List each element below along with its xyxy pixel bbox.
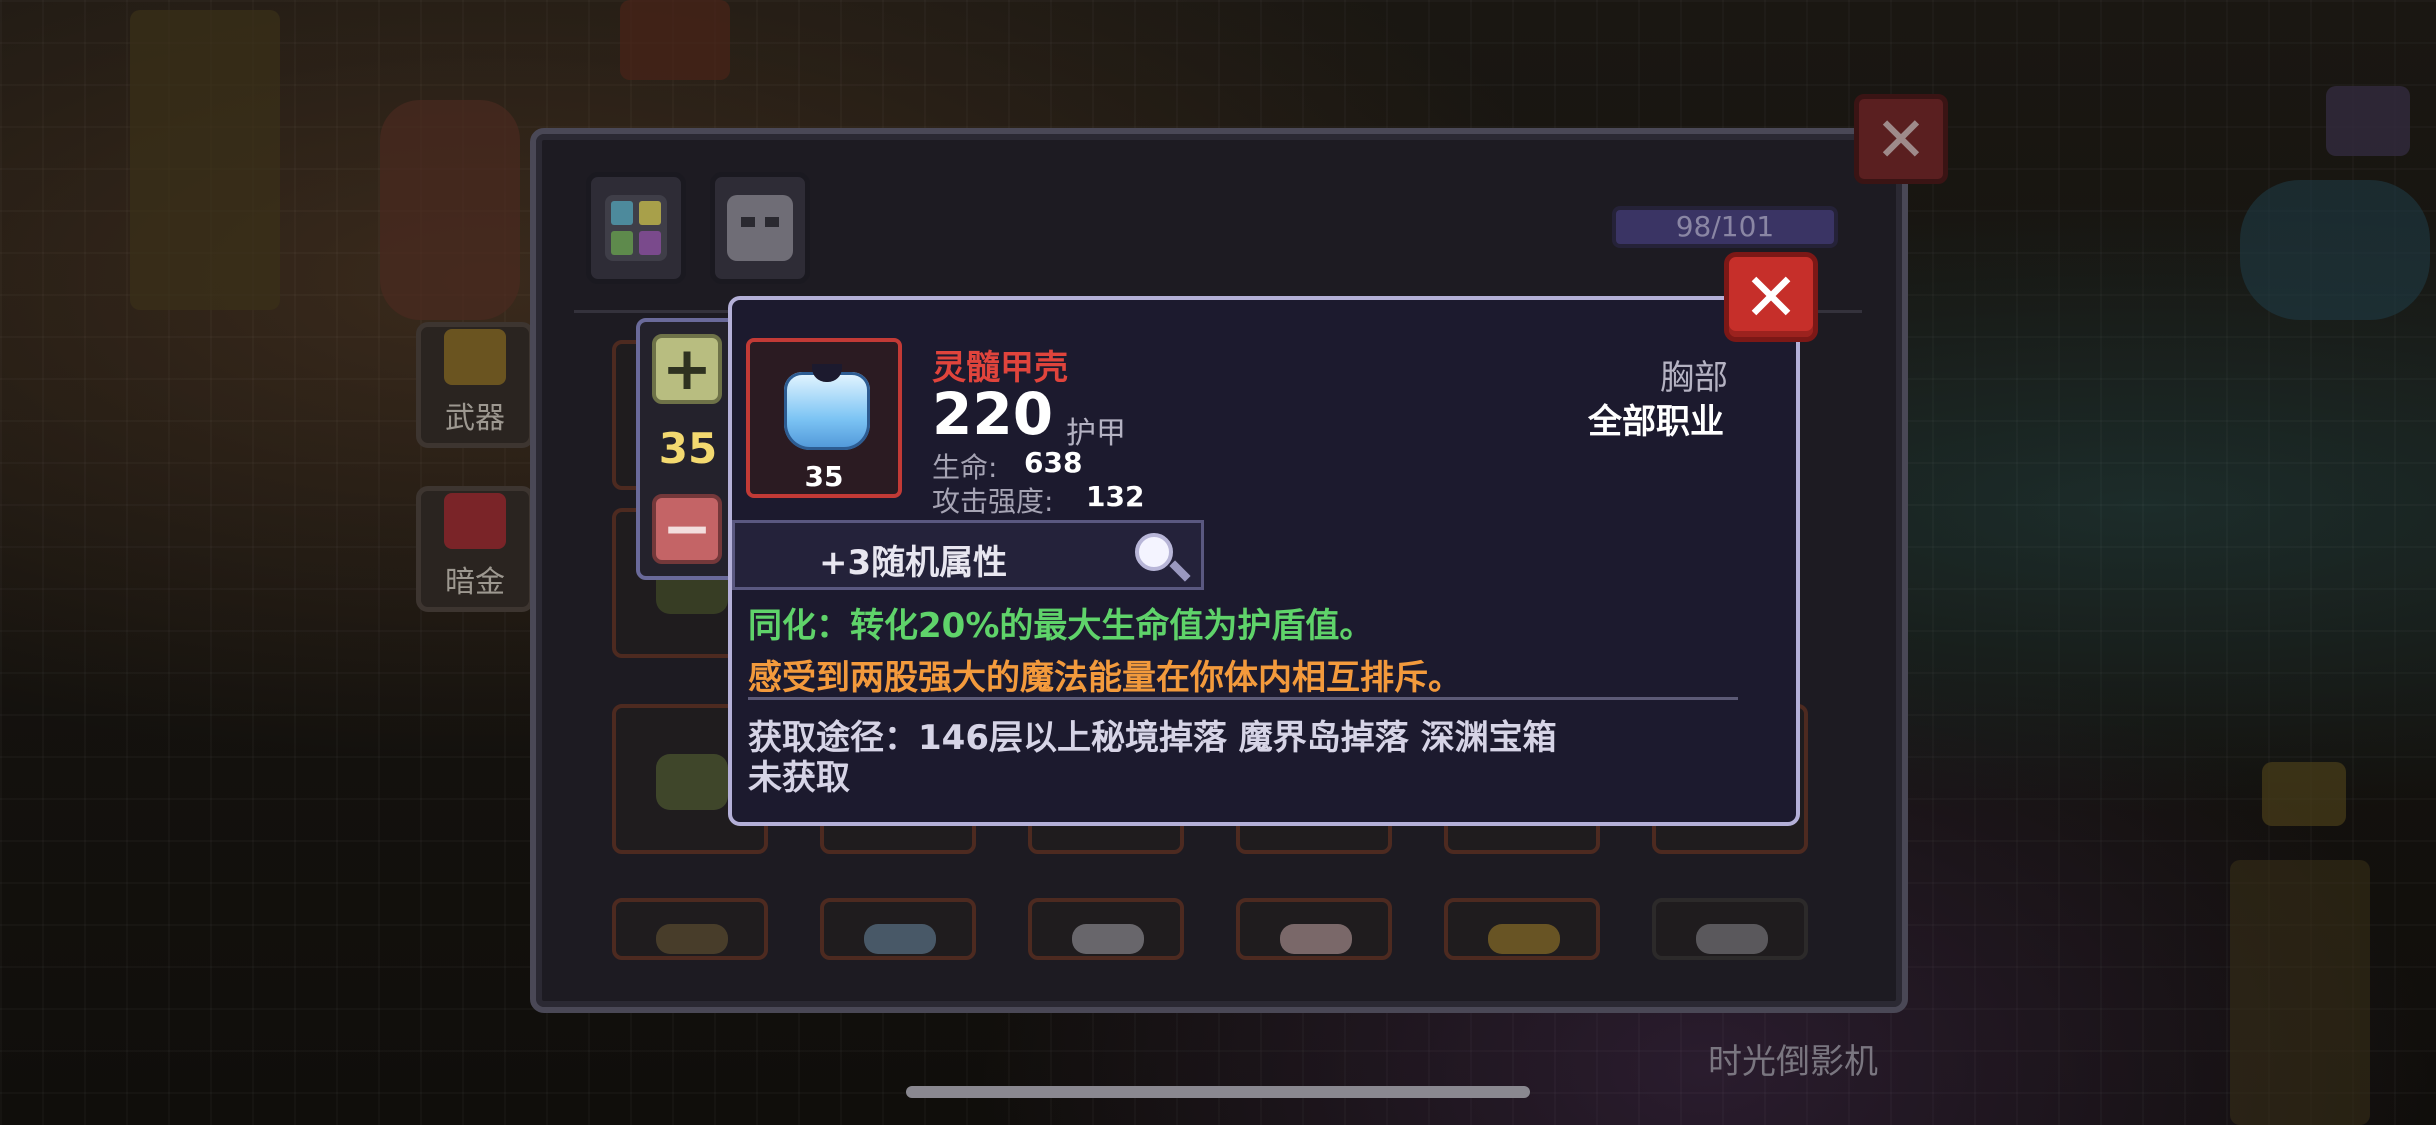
item-effect: 同化：转化20%的最大生命值为护盾值。: [748, 606, 1374, 646]
item-icon-frame: 35: [746, 338, 902, 498]
stat-attack-label: 攻击强度:: [932, 485, 1054, 518]
grid-icon: [605, 195, 667, 261]
magnifier-icon: [1135, 533, 1173, 571]
bg-throne: [130, 10, 280, 310]
random-attributes-label: +3随机属性: [819, 543, 1008, 583]
bg-crown-marker: [2262, 762, 2346, 826]
weapon-icon: [444, 329, 506, 385]
minus-icon: −: [661, 494, 713, 564]
random-attributes-button[interactable]: +3随机属性: [732, 520, 1204, 590]
bg-rabbit-npc: [380, 100, 520, 320]
card-divider: [748, 697, 1738, 700]
side-button-weapon-label: 武器: [445, 401, 505, 436]
item-flavor-text: 感受到两股强大的魔法能量在你体内相互排斥。: [748, 658, 1462, 698]
inventory-slot[interactable]: [1652, 898, 1808, 960]
time-mirror-machine-label: 时光倒影机: [1708, 1042, 1878, 1082]
side-button-weapon[interactable]: 武器: [416, 322, 534, 448]
armor-value: 220: [932, 380, 1054, 448]
tab-equipment[interactable]: [710, 172, 810, 284]
armor-tab-icon: [727, 195, 793, 261]
increase-button[interactable]: +: [652, 334, 722, 404]
item-level: 35: [804, 460, 844, 493]
close-icon: ✕: [1875, 102, 1927, 176]
dark-gold-icon: [444, 493, 506, 549]
inventory-slot[interactable]: [1236, 898, 1392, 960]
side-button-dark-gold-label: 暗金: [445, 565, 505, 600]
stat-attack-value: 132: [1086, 480, 1145, 513]
item-source: 获取途径：146层以上秘境掉落 魔界岛掉落 深渊宝箱: [748, 718, 1557, 758]
quantity-stepper: + 35 −: [636, 318, 740, 580]
tab-all-items[interactable]: [586, 172, 686, 284]
decrease-button[interactable]: −: [652, 494, 722, 564]
quantity-value: 35: [658, 424, 718, 473]
equip-slot-type: 胸部: [1660, 358, 1728, 398]
bg-purple-marker: [2326, 86, 2410, 156]
inventory-capacity: 98/101: [1612, 206, 1838, 248]
inventory-slot[interactable]: [612, 898, 768, 960]
bg-pillar: [2230, 860, 2370, 1125]
side-button-dark-gold[interactable]: 暗金: [416, 486, 534, 612]
item-obtained-status: 未获取: [748, 758, 850, 798]
bg-ghost-npc: [2240, 180, 2430, 320]
inventory-close-button[interactable]: ✕: [1854, 94, 1948, 184]
inventory-slot[interactable]: [820, 898, 976, 960]
plus-icon: +: [661, 334, 713, 404]
bg-chest: [620, 0, 730, 80]
home-indicator[interactable]: [906, 1086, 1530, 1098]
inventory-slot[interactable]: [1444, 898, 1600, 960]
class-restriction: 全部职业: [1588, 402, 1724, 442]
stat-hp-value: 638: [1024, 446, 1083, 479]
inventory-slot[interactable]: [1028, 898, 1184, 960]
chest-armor-icon: [784, 364, 870, 450]
card-close-button[interactable]: ✕: [1724, 252, 1818, 342]
close-icon: ✕: [1743, 258, 1799, 336]
